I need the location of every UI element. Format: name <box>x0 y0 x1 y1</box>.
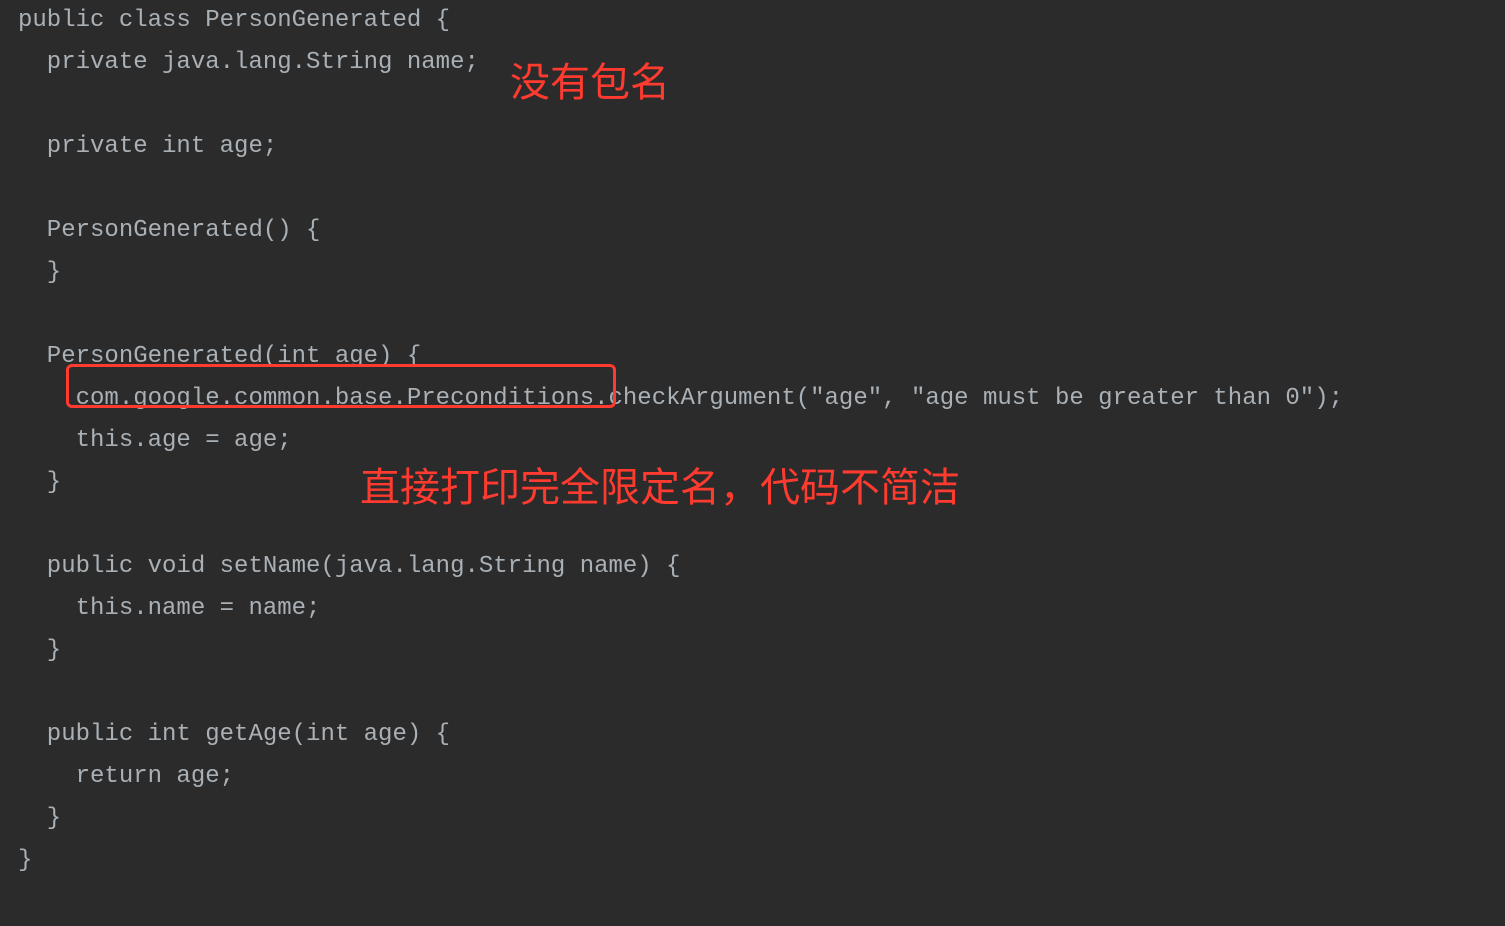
code-line: PersonGenerated(int age) { <box>18 343 421 370</box>
code-line: com.google.common.base.Preconditions.che… <box>18 385 1343 412</box>
code-line: } <box>18 847 32 874</box>
code-line: } <box>18 469 61 496</box>
code-line: PersonGenerated() { <box>18 217 320 244</box>
code-line: public void setName(java.lang.String nam… <box>18 553 681 580</box>
code-snippet-container: public class PersonGenerated { private j… <box>0 0 1505 926</box>
annotation-fqcn-not-concise: 直接打印完全限定名，代码不简洁 <box>360 455 960 513</box>
code-line: this.name = name; <box>18 595 320 622</box>
code-line: private java.lang.String name; <box>18 49 479 76</box>
code-line: public int getAge(int age) { <box>18 721 450 748</box>
code-line: } <box>18 259 61 286</box>
code-line: private int age; <box>18 133 277 160</box>
code-line: this.age = age; <box>18 427 292 454</box>
code-line: } <box>18 637 61 664</box>
code-line: public class PersonGenerated { <box>18 7 450 34</box>
code-line: return age; <box>18 763 234 790</box>
annotation-no-package: 没有包名 <box>510 50 670 108</box>
code-line: } <box>18 805 61 832</box>
code-block: public class PersonGenerated { private j… <box>0 0 1343 882</box>
